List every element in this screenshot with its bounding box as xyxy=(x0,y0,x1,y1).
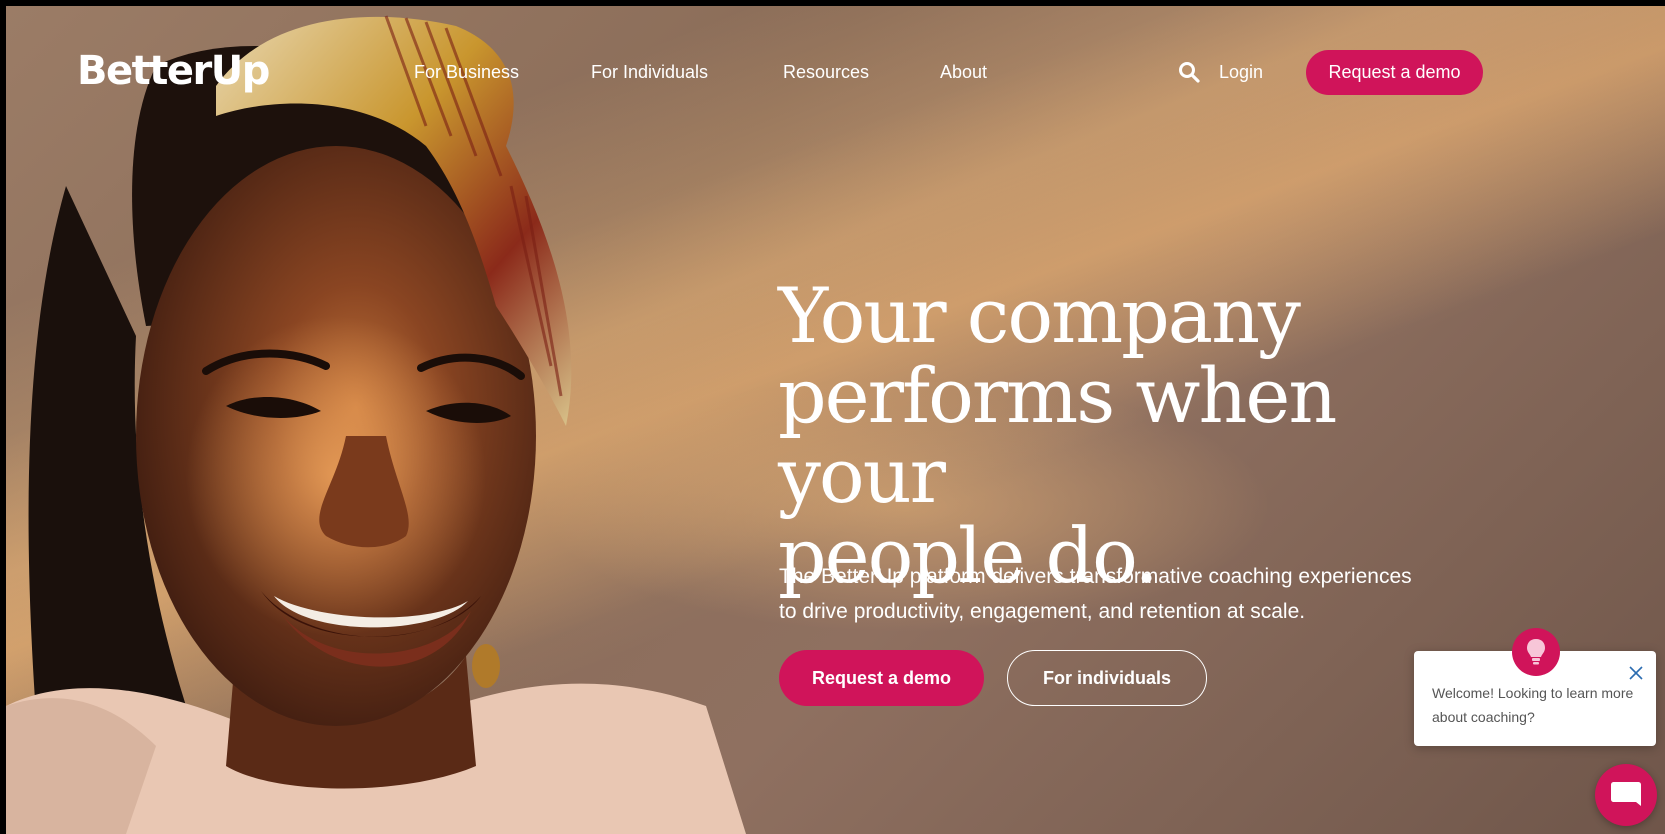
lightbulb-icon xyxy=(1527,639,1545,665)
close-icon[interactable] xyxy=(1628,665,1644,681)
nav-link-for-individuals[interactable]: For Individuals xyxy=(591,60,708,84)
login-link[interactable]: Login xyxy=(1219,60,1263,84)
nav-link-resources[interactable]: Resources xyxy=(783,60,869,84)
search-icon[interactable] xyxy=(1178,61,1200,83)
for-individuals-button[interactable]: For individuals xyxy=(1007,650,1207,706)
hero-subtitle-line: The BetterUp platform delivers transform… xyxy=(779,565,1412,588)
nav-link-for-business[interactable]: For Business xyxy=(414,60,519,84)
chat-welcome-message: Welcome! Looking to learn more about coa… xyxy=(1432,685,1634,725)
hero-subtitle: The BetterUp platform delivers transform… xyxy=(779,559,1499,629)
page: BetterUp For Business For Individuals Re… xyxy=(6,6,1665,834)
nav-link-about[interactable]: About xyxy=(940,60,987,84)
top-navigation: BetterUp For Business For Individuals Re… xyxy=(6,6,1665,136)
nav-request-demo-button[interactable]: Request a demo xyxy=(1306,50,1483,95)
hero-request-demo-button[interactable]: Request a demo xyxy=(779,650,984,706)
chat-avatar xyxy=(1512,628,1560,676)
hero-headline: Your company performs when your people d… xyxy=(778,276,1498,596)
hero-headline-line: performs when your xyxy=(778,351,1337,520)
betterup-logo[interactable]: BetterUp xyxy=(77,48,270,94)
hero-subtitle-line: to drive productivity, engagement, and r… xyxy=(779,600,1306,623)
chat-bubble-icon xyxy=(1611,782,1641,806)
chat-launcher-button[interactable] xyxy=(1595,764,1657,826)
hero-headline-line: Your company xyxy=(778,271,1301,360)
